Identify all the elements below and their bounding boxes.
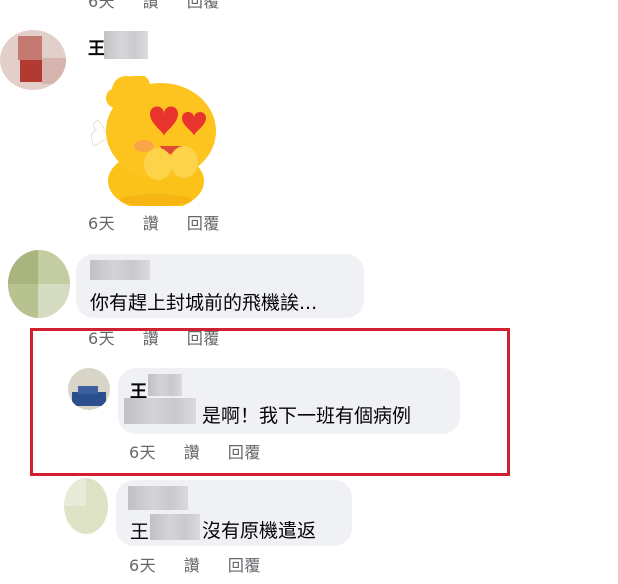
reply-time: 6天: [129, 556, 157, 575]
reply-link[interactable]: 回覆: [187, 0, 220, 12]
blurred-author-name: [90, 260, 150, 280]
blurred-mention: [150, 514, 200, 540]
comment-text: 你有趕上封城前的飛機誒...: [90, 292, 318, 314]
like-link[interactable]: 讚: [143, 210, 160, 234]
like-link[interactable]: 讚: [184, 552, 201, 576]
comment-time: 6天: [88, 214, 116, 233]
comment-author-initial[interactable]: 王: [88, 34, 105, 59]
comment-meta-row: 6天 讚 回覆: [88, 0, 220, 12]
avatar[interactable]: [64, 478, 108, 534]
avatar[interactable]: [0, 30, 66, 90]
highlight-box: [30, 328, 510, 476]
avatar[interactable]: [8, 250, 70, 318]
blurred-author-name: [128, 486, 188, 510]
like-link[interactable]: 讚: [143, 0, 160, 12]
reply-text-initial: 王: [130, 521, 150, 543]
reply-link[interactable]: 回覆: [228, 552, 261, 576]
reply-link[interactable]: 回覆: [187, 210, 220, 234]
reply-text: 沒有原機遣返: [202, 520, 317, 542]
reply-meta-row: 6天 讚 回覆: [129, 552, 261, 576]
comment-time: 6天: [88, 0, 116, 11]
blurred-author-name: [104, 31, 148, 59]
heart-eyes-sticker[interactable]: [86, 74, 216, 211]
comment-meta-row: 6天 讚 回覆: [88, 210, 220, 234]
